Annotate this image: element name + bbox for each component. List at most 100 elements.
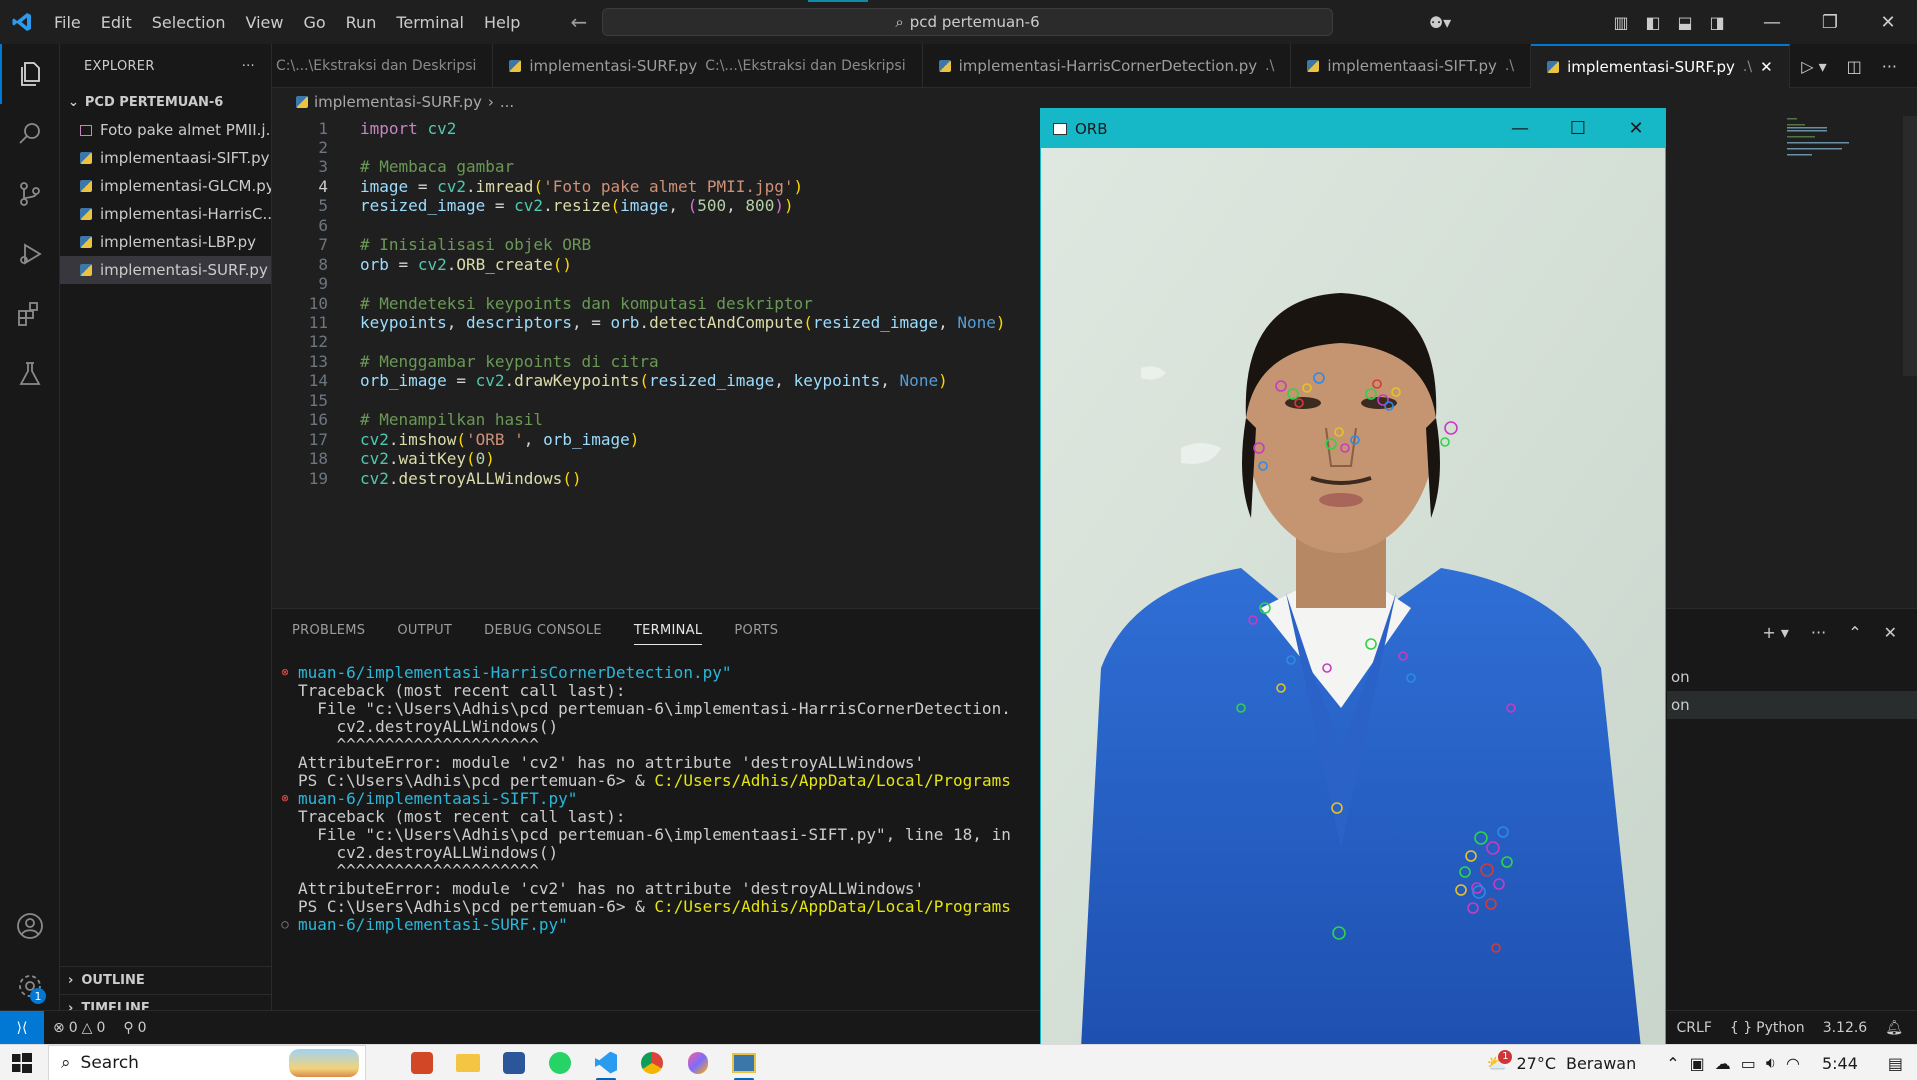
command-center[interactable]: ⌕ pcd pertemuan-6 (602, 8, 1333, 36)
orb-maximize-button[interactable]: ☐ (1549, 109, 1607, 148)
close-panel-icon[interactable]: ✕ (1884, 623, 1897, 642)
more-actions-icon[interactable]: ··· (1811, 623, 1826, 642)
copilot-icon[interactable]: ⚉▾ (1415, 13, 1465, 32)
weather-text[interactable]: Berawan (1566, 1054, 1636, 1073)
file-item[interactable]: implementasi-LBP.py (60, 228, 271, 256)
menu-run[interactable]: Run (336, 13, 387, 32)
wifi-icon[interactable]: ◠ (1786, 1054, 1800, 1073)
file-item[interactable]: implementasi-HarrisC... (60, 200, 271, 228)
weather-icon[interactable]: ⛅ 1 (1487, 1049, 1513, 1073)
eol-status[interactable]: CRLF (1668, 1020, 1721, 1036)
folder-pcd-pertemuan-6[interactable]: ⌄ PCD PERTEMUAN-6 (60, 88, 271, 116)
menu-help[interactable]: Help (474, 13, 530, 32)
taskbar-search-label: Search (80, 1052, 139, 1073)
back-arrow-icon[interactable]: ← (570, 10, 587, 34)
battery-icon[interactable]: ▭ (1741, 1054, 1756, 1073)
split-editor-icon[interactable]: ◫ (1847, 57, 1862, 76)
volume-icon[interactable]: 🔉︎ (1766, 1053, 1776, 1073)
vscode-taskbar-icon[interactable] (590, 1047, 622, 1080)
toggle-panel-icon[interactable]: ⬓ (1669, 13, 1701, 32)
menu-go[interactable]: Go (293, 13, 335, 32)
new-terminal-icon[interactable]: + ▾ (1762, 623, 1789, 642)
ports-count: 0 (137, 1019, 147, 1036)
breadcrumb-file[interactable]: implementasi-SURF.py (314, 93, 482, 111)
manage-gear-icon[interactable]: 1 (0, 956, 60, 1016)
chrome-icon[interactable] (636, 1047, 668, 1079)
editor-tab[interactable]: C:\...\Ekstraksi dan Deskripsi (272, 44, 494, 88)
file-item[interactable]: implementasi-SURF.py (60, 256, 271, 284)
explorer-icon[interactable] (0, 44, 60, 104)
orb-minimize-button[interactable]: — (1491, 109, 1549, 148)
editor-tab[interactable]: implementasi-SURF.py .\ ✕ (1531, 44, 1790, 88)
maximize-panel-icon[interactable]: ⌃ (1848, 623, 1861, 642)
editor-scrollbar[interactable] (1903, 116, 1917, 376)
minimap[interactable] (1787, 116, 1857, 166)
problems-status[interactable]: ⊗ 0 △ 0 (44, 1020, 114, 1036)
terminal-output[interactable]: ⊗ muan-6/implementasi-HarrisCornerDetecti… (272, 663, 1052, 934)
search-icon[interactable] (0, 104, 60, 164)
clock-time[interactable]: 5:44 (1822, 1054, 1858, 1073)
code-line[interactable]: 19 cv2.destroyALLWindows() (272, 466, 582, 490)
testing-icon[interactable] (0, 344, 60, 404)
whatsapp-icon[interactable] (544, 1047, 576, 1079)
menu-file[interactable]: File (44, 13, 91, 32)
terminal-instance[interactable]: on (1667, 663, 1917, 691)
breadcrumb-rest[interactable]: ... (500, 93, 514, 111)
editor-tab[interactable]: implementasi-HarrisCornerDetection.py .\ (923, 44, 1292, 88)
more-actions-icon[interactable]: ··· (242, 59, 255, 74)
menu-edit[interactable]: Edit (91, 13, 142, 32)
toggle-secondary-sidebar-icon[interactable]: ◨ (1701, 13, 1733, 32)
close-button[interactable]: ✕ (1859, 0, 1917, 44)
file-item[interactable]: implementaasi-SIFT.py (60, 144, 271, 172)
outline-section[interactable]: › OUTLINE (60, 966, 272, 994)
run-debug-icon[interactable] (0, 224, 60, 284)
menu-selection[interactable]: Selection (142, 13, 236, 32)
customize-layout-icon[interactable]: ▥ (1605, 13, 1637, 32)
error-marker-icon[interactable]: ⊗ (272, 791, 298, 805)
toggle-sidebar-icon[interactable]: ◧ (1637, 13, 1669, 32)
remote-icon[interactable]: ⟩⟨ (0, 1010, 44, 1045)
meet-icon[interactable]: ▣ (1690, 1054, 1705, 1073)
python-window-icon[interactable] (728, 1047, 760, 1080)
ports-status[interactable]: ⚲ 0 (114, 1020, 155, 1036)
word-icon[interactable] (498, 1047, 530, 1079)
panel-tab-debug-console[interactable]: DEBUG CONSOLE (484, 623, 602, 645)
menu-view[interactable]: View (236, 13, 294, 32)
windows-start-icon[interactable] (0, 1052, 44, 1073)
terminal-instance[interactable]: on (1667, 691, 1917, 719)
notifications-icon[interactable]: ▤ (1888, 1054, 1903, 1073)
editor-tab[interactable]: implementasi-SURF.py C:\...\Ekstraksi dan… (493, 44, 923, 88)
close-tab-icon[interactable]: ✕ (1760, 58, 1773, 76)
source-control-icon[interactable] (0, 164, 60, 224)
onedrive-icon[interactable]: ☁ (1715, 1054, 1731, 1073)
file-explorer-icon[interactable] (452, 1047, 484, 1079)
language-status[interactable]: { } Python (1721, 1020, 1814, 1036)
python-version-status[interactable]: 3.12.6 (1814, 1020, 1877, 1036)
notifications-bell-icon[interactable]: 🔔︎ (1876, 1020, 1917, 1036)
panel-tab-ports[interactable]: PORTS (734, 623, 778, 645)
minimize-button[interactable]: — (1743, 0, 1801, 44)
editor-tab[interactable]: implementaasi-SIFT.py .\ (1291, 44, 1532, 88)
orb-window[interactable]: ORB — ☐ ✕ (1040, 108, 1666, 1048)
command-marker-icon[interactable]: ○ (272, 917, 298, 931)
paint-icon[interactable] (682, 1047, 714, 1079)
restore-button[interactable]: ❐ (1801, 0, 1859, 44)
weather-temp[interactable]: 27°C (1516, 1054, 1556, 1073)
extensions-icon[interactable] (0, 284, 60, 344)
panel-tab-terminal[interactable]: TERMINAL (633, 623, 703, 645)
run-python-icon[interactable]: ▷ ▾ (1801, 57, 1826, 76)
error-marker-icon[interactable]: ⊗ (272, 665, 298, 679)
file-name: implementasi-SURF.py (100, 261, 268, 279)
taskbar-search[interactable]: ⌕ Search (48, 1044, 366, 1080)
powerpoint-icon[interactable] (406, 1047, 438, 1079)
chevron-up-icon[interactable]: ⌃ (1666, 1054, 1679, 1073)
panel-tab-output[interactable]: OUTPUT (397, 623, 452, 645)
file-item[interactable]: implementasi-GLCM.py (60, 172, 271, 200)
file-item[interactable]: Foto pake almet PMII.j... (60, 116, 271, 144)
accounts-icon[interactable] (0, 896, 60, 956)
more-actions-icon[interactable]: ··· (1882, 57, 1897, 76)
orb-close-button[interactable]: ✕ (1607, 109, 1665, 148)
panel-tab-problems[interactable]: PROBLEMS (292, 623, 365, 645)
menu-terminal[interactable]: Terminal (386, 13, 474, 32)
orb-title-bar[interactable]: ORB — ☐ ✕ (1041, 109, 1665, 148)
